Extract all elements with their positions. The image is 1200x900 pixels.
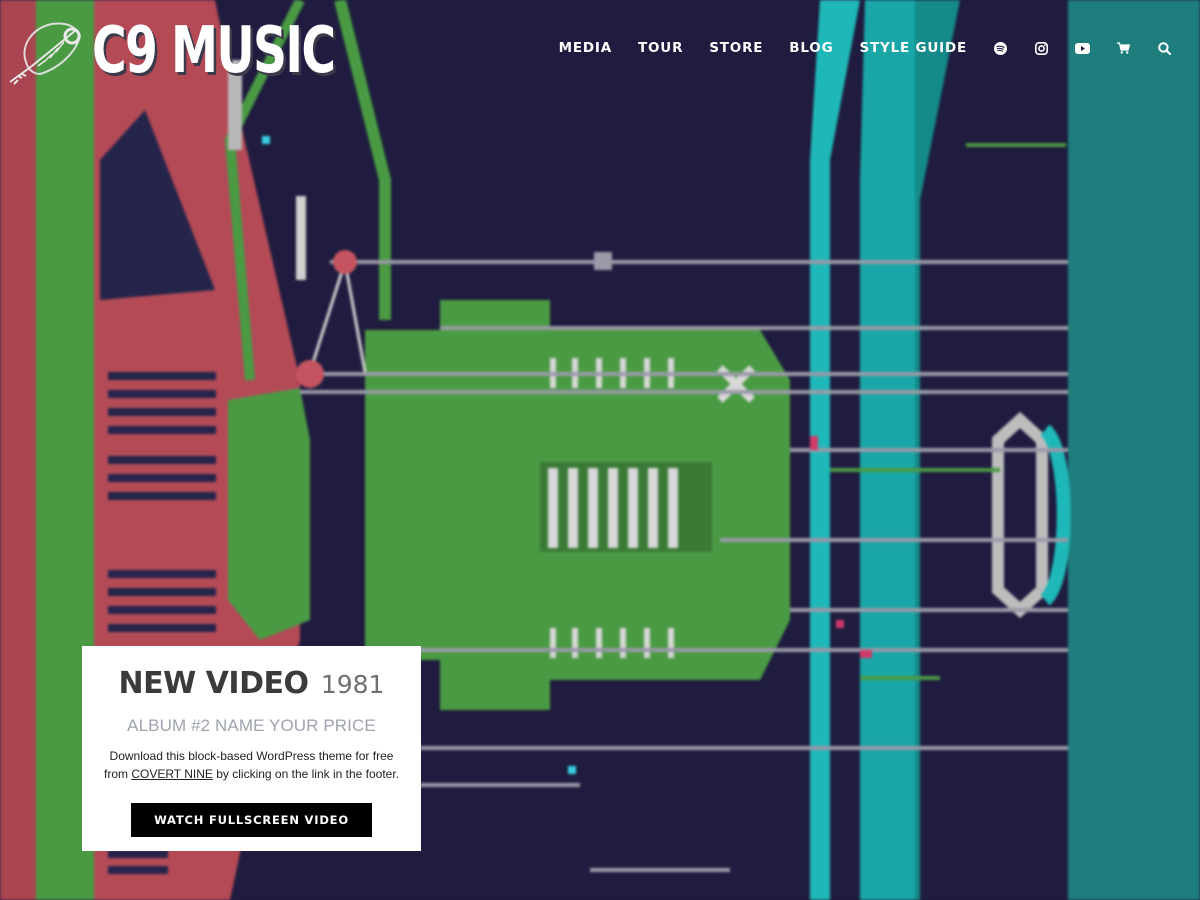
feature-description-end: by clicking on the link in the footer. [212, 767, 400, 781]
instagram-icon[interactable] [1033, 36, 1049, 60]
youtube-icon[interactable] [1074, 36, 1090, 60]
cart-icon[interactable] [1115, 36, 1131, 60]
main-navigation: MEDIA TOUR STORE BLOG STYLE GUIDE [559, 36, 1172, 60]
feature-title-year: 1981 [320, 670, 385, 699]
feature-description: Download this block-based WordPress them… [98, 747, 405, 783]
watch-fullscreen-video-button[interactable]: WATCH FULLSCREEN VIDEO [131, 803, 372, 837]
nav-link-store[interactable]: STORE [709, 36, 763, 60]
nav-link-media[interactable]: MEDIA [559, 36, 612, 60]
spotify-icon[interactable] [992, 36, 1008, 60]
feature-card: NEW VIDEO 1981 ALBUM #2 NAME YOUR PRICE … [82, 646, 421, 851]
feather-key-icon [9, 22, 82, 85]
feature-title-main: NEW VIDEO [118, 666, 309, 701]
search-icon[interactable] [1156, 36, 1172, 60]
site-title: C9 MUSIC [92, 14, 336, 88]
feature-subtitle: ALBUM #2 NAME YOUR PRICE [127, 716, 376, 735]
site-logo[interactable]: C9 MUSIC [6, 16, 388, 86]
nav-link-blog[interactable]: BLOG [789, 36, 833, 60]
nav-link-tour[interactable]: TOUR [638, 36, 683, 60]
feature-title: NEW VIDEO 1981 [82, 664, 421, 705]
covert-nine-link[interactable]: COVERT NINE [131, 767, 213, 781]
nav-link-style-guide[interactable]: STYLE GUIDE [859, 36, 967, 60]
